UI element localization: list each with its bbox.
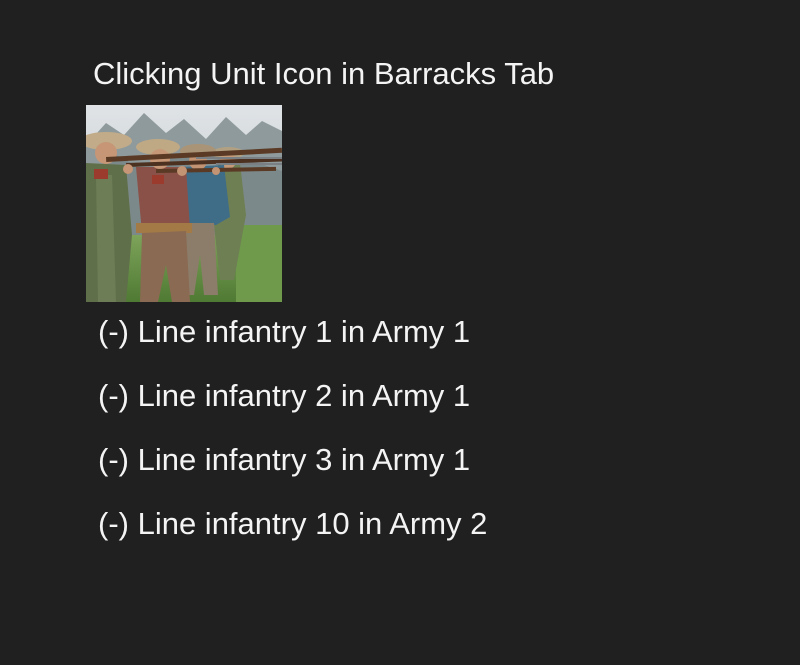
unit-list-item[interactable]: (-) Line infantry 3 in Army 1 xyxy=(98,440,487,504)
panel-title: Clicking Unit Icon in Barracks Tab xyxy=(93,56,555,91)
line-infantry-unit-icon[interactable] xyxy=(86,105,282,302)
unit-list-item[interactable]: (-) Line infantry 2 in Army 1 xyxy=(98,376,487,440)
unit-list-item[interactable]: (-) Line infantry 1 in Army 1 xyxy=(98,312,487,376)
unit-list: (-) Line infantry 1 in Army 1 (-) Line i… xyxy=(98,312,487,568)
unit-list-item[interactable]: (-) Line infantry 10 in Army 2 xyxy=(98,504,487,568)
soldiers-portrait-icon xyxy=(86,105,282,302)
